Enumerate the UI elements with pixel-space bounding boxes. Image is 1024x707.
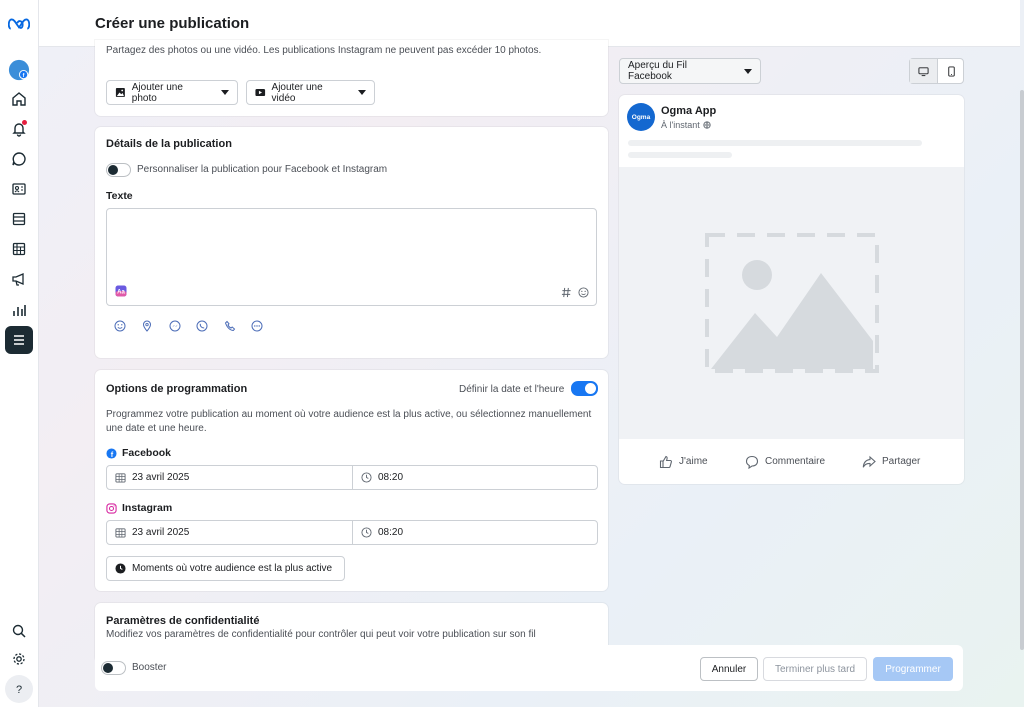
notifications-icon[interactable] (5, 115, 33, 143)
search-icon[interactable] (5, 617, 33, 645)
page-scrollbar[interactable] (1020, 90, 1024, 650)
page-name: Ogma App (661, 105, 717, 117)
instagram-date-input[interactable]: 23 avril 2025 (107, 521, 352, 544)
text-label: Texte (106, 190, 133, 202)
calendar-icon (115, 528, 126, 538)
left-navigation-rail: f ? (0, 0, 39, 707)
share-button[interactable]: Partager (862, 455, 920, 469)
details-title: Détails de la publication (106, 138, 232, 150)
media-card: Partagez des photos ou une vidéo. Les pu… (95, 40, 608, 116)
svg-text:f: f (23, 73, 25, 79)
svg-text:?: ? (16, 684, 22, 696)
scheduling-title: Options de programmation (106, 383, 248, 395)
ads-megaphone-icon[interactable] (5, 265, 33, 293)
clock-icon (361, 527, 372, 538)
facebook-section-label: f Facebook (106, 447, 171, 459)
inbox-icon[interactable] (5, 145, 33, 173)
more-options-icon[interactable] (251, 320, 263, 332)
facebook-time-input[interactable]: 08:20 (353, 466, 598, 489)
facebook-post-preview: Ogma Ogma App À l'instant J'aime Comment… (619, 95, 964, 484)
post-details-card: Détails de la publication Personnaliser … (95, 127, 608, 358)
ai-assistant-icon[interactable]: Aa (115, 285, 127, 297)
customize-label: Personnaliser la publication pour Facebo… (137, 164, 388, 175)
add-video-button[interactable]: Ajouter une vidéo (246, 80, 375, 105)
share-arrow-icon (862, 455, 876, 468)
media-placeholder (619, 167, 964, 439)
text-placeholder-line (628, 140, 922, 146)
comment-icon (745, 455, 759, 469)
facebook-icon: f (106, 447, 117, 459)
mobile-preview-button[interactable] (938, 59, 964, 83)
facebook-date-input[interactable]: 23 avril 2025 (107, 466, 352, 489)
instagram-section-label: Instagram (106, 502, 172, 514)
set-date-toggle[interactable] (571, 381, 598, 396)
contacts-icon[interactable] (5, 175, 33, 203)
customize-toggle[interactable] (106, 163, 131, 177)
whatsapp-icon[interactable] (196, 320, 208, 332)
settings-gear-icon[interactable] (5, 645, 33, 673)
location-pin-icon[interactable] (141, 320, 153, 332)
insights-chart-icon[interactable] (5, 296, 33, 324)
svg-text:Aa: Aa (117, 290, 125, 296)
feeling-emoji-icon[interactable] (114, 320, 126, 332)
help-icon[interactable]: ? (5, 675, 33, 703)
hashtag-icon[interactable] (561, 287, 572, 298)
meta-logo-icon[interactable] (5, 10, 33, 38)
facebook-datetime-field: 23 avril 2025 08:20 (106, 465, 598, 490)
comment-button[interactable]: Commentaire (745, 455, 825, 469)
post-actions-bar: J'aime Commentaire Partager (619, 439, 964, 484)
globe-icon (703, 121, 711, 129)
content-icon[interactable] (5, 205, 33, 233)
mobile-icon (947, 65, 955, 77)
clock-icon (361, 472, 372, 483)
notification-dot (22, 120, 27, 125)
footer-bar: Booster Annuler Terminer plus tard Progr… (95, 645, 963, 691)
best-time-button[interactable]: Moments où votre audience est la plus ac… (106, 556, 345, 581)
chevron-down-icon (744, 68, 752, 74)
privacy-description: Modifiez vos paramètres de confidentiali… (106, 629, 536, 640)
cancel-button[interactable]: Annuler (700, 657, 758, 681)
instagram-datetime-field: 23 avril 2025 08:20 (106, 520, 598, 545)
page-avatar-icon[interactable]: f (5, 56, 33, 84)
chevron-down-icon (221, 90, 229, 95)
calendar-icon (115, 473, 126, 483)
menu-icon[interactable] (5, 326, 33, 354)
clock-filled-icon (115, 563, 126, 574)
post-text-area[interactable]: Aa (106, 208, 597, 306)
like-button[interactable]: J'aime (659, 455, 708, 469)
instagram-time-input[interactable]: 08:20 (353, 521, 598, 544)
instagram-icon (106, 502, 117, 514)
phone-icon[interactable] (224, 320, 236, 332)
scheduling-card: Options de programmation Définir la date… (95, 370, 608, 591)
set-date-label: Définir la date et l'heure (459, 384, 565, 395)
scheduling-description: Programmez votre publication au moment o… (106, 409, 592, 434)
desktop-icon (918, 66, 929, 76)
image-placeholder-icon (705, 233, 879, 373)
post-timestamp: À l'instant (661, 120, 711, 130)
chevron-down-icon (358, 90, 366, 95)
schedule-button[interactable]: Programmer (873, 657, 953, 681)
messenger-icon[interactable] (169, 320, 181, 332)
thumbs-up-icon (659, 455, 672, 468)
text-placeholder-line (628, 152, 732, 158)
video-icon (255, 88, 266, 97)
add-photo-button[interactable]: Ajouter une photo (106, 80, 238, 105)
device-switcher (909, 58, 964, 84)
page-avatar: Ogma (627, 103, 655, 131)
page-title: Créer une publication (95, 15, 250, 32)
boost-toggle[interactable] (101, 661, 126, 675)
photo-icon (115, 88, 125, 97)
finish-later-button[interactable]: Terminer plus tard (763, 657, 867, 681)
home-icon[interactable] (5, 85, 33, 113)
desktop-preview-button[interactable] (910, 59, 937, 83)
privacy-title: Paramètres de confidentialité (106, 615, 260, 627)
emoji-icon[interactable] (578, 287, 589, 298)
media-description: Partagez des photos ou une vidéo. Les pu… (106, 45, 542, 56)
preview-selector-dropdown[interactable]: Aperçu du Fil Facebook (619, 58, 761, 84)
boost-label: Booster (132, 662, 167, 673)
planner-icon[interactable] (5, 235, 33, 263)
